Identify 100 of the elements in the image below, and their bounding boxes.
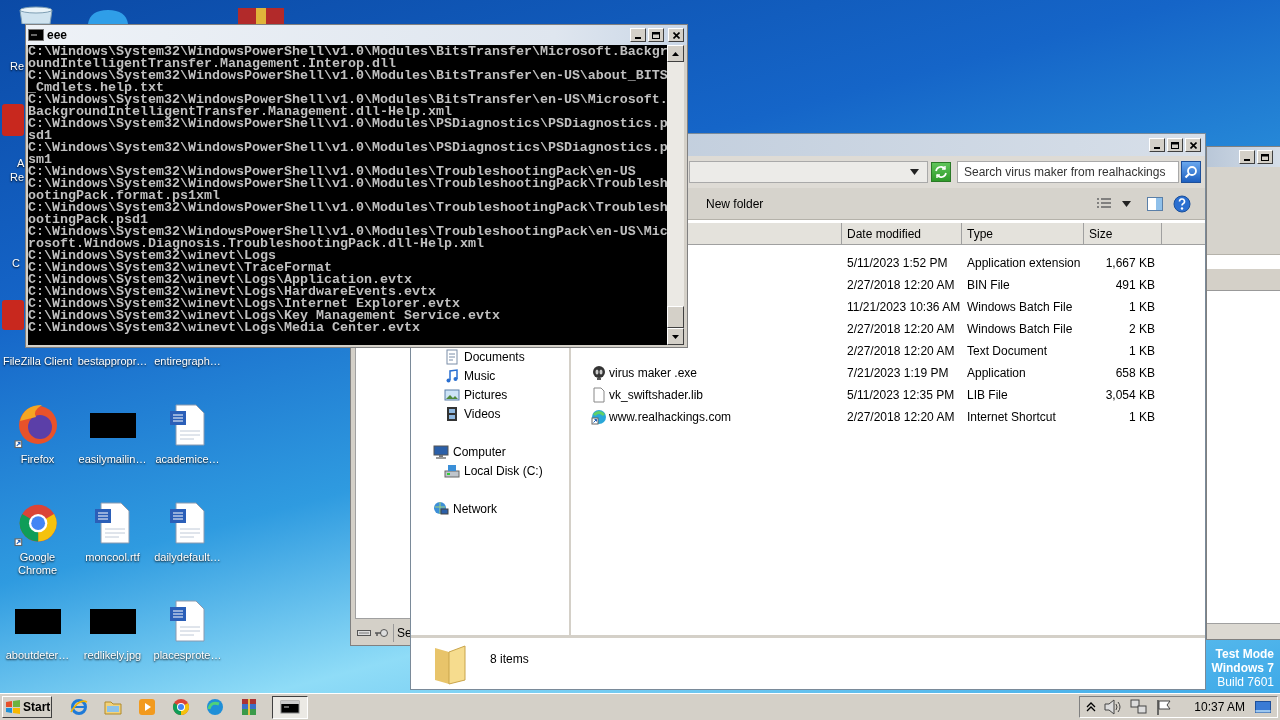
icon-label[interactable]: entiregraph… [151, 355, 224, 368]
icon-label[interactable]: academice… [151, 453, 224, 466]
new-folder-button[interactable]: New folder [698, 191, 772, 216]
scrollbar[interactable] [667, 45, 684, 345]
navigation-item[interactable]: Pictures [411, 385, 569, 404]
scroll-up-button[interactable] [667, 45, 684, 62]
ie-icon [68, 697, 89, 717]
maximize-button[interactable] [648, 28, 664, 42]
console-line: rosoft.Windows.Diagnosis.TroubleshootingPack.dll-Help.xml [28, 238, 484, 250]
table-cell-text: Windows Batch File [966, 299, 1074, 316]
minimize-icon [1244, 159, 1250, 161]
console-line: C:\Windows\System32\winevt\Logs\Key Management Service.evtx [28, 310, 501, 322]
search-button[interactable] [1181, 161, 1201, 183]
minimize-button[interactable] [1239, 150, 1255, 164]
windows-flag-icon [5, 700, 21, 714]
refresh-button[interactable] [931, 162, 951, 182]
documents-icon [444, 348, 460, 365]
show-desktop-icon[interactable] [1255, 701, 1271, 713]
table-cell-text: Windows Batch File [966, 321, 1074, 338]
navigation-item[interactable]: Computer [411, 442, 569, 461]
navigation-item[interactable]: Videos [411, 404, 569, 423]
icon-label[interactable]: FileZilla Client [1, 355, 74, 368]
preview-pane-icon[interactable] [1147, 196, 1163, 211]
help-icon[interactable] [1173, 194, 1191, 213]
console-line: C:\Windows\System32\winevt\Logs\HardwareEvents.evtx [28, 286, 436, 298]
scroll-down-button[interactable] [667, 328, 684, 345]
item-count: 8 items [490, 651, 529, 668]
table-cell-text: LIB File [966, 387, 1009, 404]
column-header[interactable]: Date modified [842, 223, 962, 244]
test-mode-text: Build 7601 [1217, 675, 1274, 689]
maximize-button[interactable] [1167, 138, 1183, 152]
icon-label[interactable]: bestappropr… [76, 355, 149, 368]
icon-label: Re [10, 59, 25, 74]
close-button[interactable] [1185, 138, 1201, 152]
computer-icon [433, 443, 449, 460]
console-line: C:\Windows\System32\winevt\Logs\Application.evtx [28, 274, 412, 286]
table-cell-text: 2/27/2018 12:20 AM [846, 277, 956, 294]
console-line: C:\Windows\System32\WindowsPowerShell\v1.0\Modules\PSDiagnostics\PSDiagnostics.p [28, 142, 667, 154]
app-icon [2, 300, 24, 330]
navigation-item[interactable]: Music [411, 366, 569, 385]
icon-label: C [12, 256, 20, 271]
chevron-up-icon[interactable] [1086, 702, 1097, 712]
console-line: C:\Windows\System32\WindowsPowerShell\v1.0\Modules\TroubleshootingPack\Troublesh [28, 178, 667, 190]
scroll-thumb[interactable] [667, 306, 684, 328]
table-cell-text: 7/21/2023 1:19 PM [846, 365, 950, 382]
file-icon [591, 387, 607, 403]
minimize-button[interactable] [630, 28, 646, 42]
navigation-item[interactable]: Network [411, 499, 569, 518]
console-line: sm1 [28, 154, 52, 166]
console-line: _Cmdlets.help.txt [28, 82, 164, 94]
console-icon [28, 29, 44, 41]
table-cell-text: 2/27/2018 12:20 AM [846, 409, 956, 426]
table-cell-text: Internet Shortcut [966, 409, 1057, 426]
network-icon[interactable] [1130, 699, 1149, 715]
console-line: C:\Windows\System32\winevt\TraceFormat [28, 262, 332, 274]
refresh-icon [934, 165, 948, 179]
film-icon [444, 405, 460, 422]
pictures-icon [444, 386, 460, 403]
console-line: C:\Windows\System32\WindowsPowerShell\v1.0\Modules\BitsTransfer\en-US\Microsoft. [28, 94, 667, 106]
key-icon [374, 628, 388, 638]
dropdown-caret-icon[interactable] [1122, 200, 1131, 207]
start-button[interactable]: Start [2, 696, 52, 718]
minimize-icon [635, 37, 641, 39]
icon-label: A [17, 156, 25, 171]
console-line: C:\Windows\System32\WindowsPowerShell\v1.0\Modules\TroubleshootingPack\Troublesh [28, 202, 667, 214]
taskbar-button[interactable] [272, 695, 308, 719]
archive-icon [238, 8, 284, 24]
table-cell-text: 2/27/2018 12:20 AM [846, 321, 956, 338]
table-cell-text: 5/11/2023 1:52 PM [846, 255, 949, 272]
flag-icon[interactable] [1156, 699, 1173, 715]
minimize-button[interactable] [1149, 138, 1165, 152]
table-cell-text: 658 KB [1114, 365, 1156, 382]
table-cell-text: 1,667 KB [1104, 255, 1156, 272]
folder-icon [433, 642, 467, 686]
table-cell-text: BIN File [966, 277, 1011, 294]
speaker-icon[interactable] [1104, 699, 1123, 715]
address-field[interactable] [689, 161, 928, 183]
icon-label[interactable]: Firefox [1, 453, 74, 466]
table-cell-text: 1 KB [1128, 343, 1156, 360]
column-header[interactable]: Size [1084, 223, 1162, 244]
console-line: C:\Windows\System32\WindowsPowerShell\v1.0\Modules\TroubleshootingPack\en-US [28, 166, 636, 178]
console-line: C:\Windows\System32\winevt\Logs\Internet Explorer.evtx [28, 298, 460, 310]
close-button[interactable] [668, 28, 684, 42]
column-header[interactable]: Type [962, 223, 1084, 244]
search-field[interactable]: Search virus maker from realhackings [957, 161, 1179, 183]
file-name[interactable]: www.realhackings.com [609, 408, 732, 426]
file-name[interactable]: virus maker .exe [609, 364, 698, 382]
navigation-item[interactable]: Documents [411, 347, 569, 366]
keyboard-icon [357, 628, 371, 638]
table-cell-text: 3,054 KB [1104, 387, 1156, 404]
console-line: sd1 [28, 130, 52, 142]
edge-icon [204, 697, 225, 717]
maximize-button[interactable] [1257, 150, 1273, 164]
navigation-item[interactable]: Local Disk (C:) [411, 461, 569, 480]
network-icon [433, 500, 449, 517]
icon-label[interactable]: easilymailin… [76, 453, 149, 466]
details-view-icon[interactable] [1096, 196, 1112, 211]
table-cell-text: 1 KB [1128, 299, 1156, 316]
file-name[interactable]: vk_swiftshader.lib [609, 386, 704, 404]
console-line: C:\Windows\System32\winevt\Logs [28, 250, 276, 262]
